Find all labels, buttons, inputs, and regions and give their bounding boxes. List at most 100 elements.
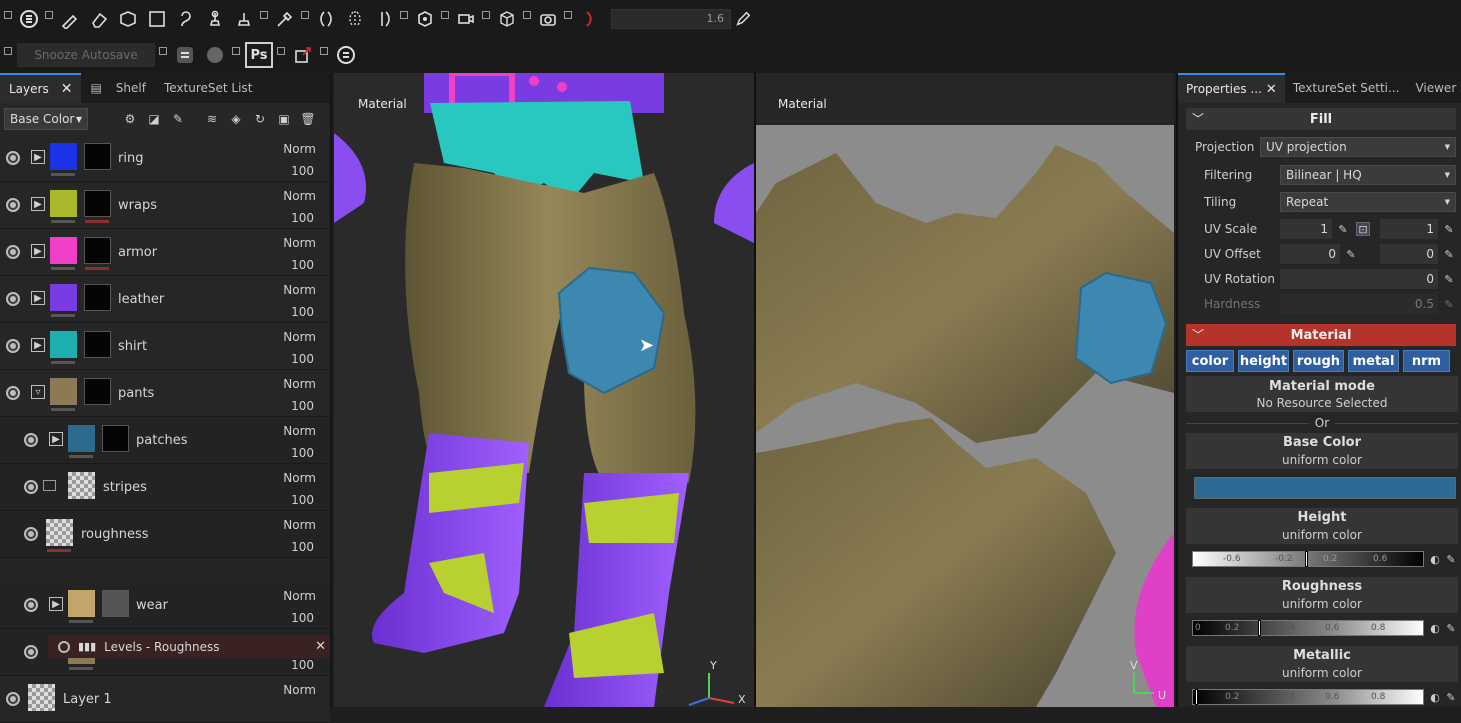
- layer-blend-mode[interactable]: Norm: [283, 142, 316, 156]
- invert-icon[interactable]: ◐: [1428, 552, 1442, 566]
- layer-mask-thumbnail[interactable]: [102, 590, 129, 617]
- tab-textureset-list[interactable]: TextureSet List: [155, 73, 261, 103]
- layer-blend-mode[interactable]: Norm: [283, 424, 316, 438]
- uv-rotation-field[interactable]: 0: [1280, 269, 1438, 289]
- eraser-icon[interactable]: [86, 6, 112, 32]
- invert-icon[interactable]: ◐: [1428, 621, 1442, 635]
- layer-row-stripes[interactable]: stripes Norm 100: [0, 464, 330, 511]
- edit-pencil-icon[interactable]: [734, 6, 752, 32]
- projection-select[interactable]: UV projection ▼: [1260, 137, 1456, 157]
- popout-icon[interactable]: [301, 10, 309, 19]
- popout-icon[interactable]: [232, 47, 240, 55]
- layer-mask-thumbnail[interactable]: [84, 284, 111, 311]
- channel-select[interactable]: Base Color ▼: [4, 108, 88, 130]
- smudge-icon[interactable]: [173, 6, 199, 32]
- cube-icon[interactable]: [494, 6, 520, 32]
- polygon-fill-icon[interactable]: [144, 6, 170, 32]
- layer-mask-thumbnail[interactable]: [102, 425, 129, 452]
- layer-blend-mode[interactable]: Norm: [283, 189, 316, 203]
- layer-opacity[interactable]: 100: [291, 446, 314, 460]
- chip-metal[interactable]: metal: [1348, 350, 1399, 372]
- popout-icon[interactable]: [441, 10, 449, 19]
- base-color-swatch[interactable]: [1194, 477, 1456, 499]
- visibility-eye-icon[interactable]: [24, 480, 38, 494]
- expand-arrow-icon[interactable]: ▶: [49, 597, 63, 611]
- edit-pencil-icon[interactable]: ✎: [1442, 247, 1456, 261]
- viewport-2d[interactable]: Material V U: [756, 73, 1174, 707]
- layer-row-patches[interactable]: ▶ patches Norm 100: [0, 417, 330, 464]
- layer-opacity[interactable]: 100: [291, 258, 314, 272]
- fill-section-header[interactable]: ﹀ Fill: [1186, 108, 1456, 130]
- roughness-handle[interactable]: [1258, 620, 1261, 636]
- visibility-eye-icon[interactable]: [58, 640, 70, 653]
- layer-opacity[interactable]: 100: [291, 540, 314, 554]
- symmetry-radial-icon[interactable]: [371, 6, 397, 32]
- popout-icon[interactable]: [277, 47, 285, 55]
- expand-arrow-icon[interactable]: ▶: [31, 338, 45, 352]
- popout-icon[interactable]: [45, 10, 53, 19]
- export-icon[interactable]: [290, 42, 316, 68]
- layer-opacity[interactable]: 100: [291, 658, 314, 672]
- layer-opacity[interactable]: 100: [291, 211, 314, 225]
- base-color-block[interactable]: Base Color uniform color: [1186, 433, 1458, 469]
- visibility-eye-icon[interactable]: [6, 151, 20, 165]
- roughness-block[interactable]: Roughness uniform color: [1186, 577, 1458, 613]
- paint-brush-icon[interactable]: [57, 6, 83, 32]
- visibility-eye-icon[interactable]: [24, 645, 38, 659]
- circle-icon[interactable]: [202, 42, 228, 68]
- folder-open-icon[interactable]: ▿: [31, 385, 45, 399]
- visibility-eye-icon[interactable]: [6, 292, 20, 306]
- layer-blend-mode[interactable]: Norm: [283, 683, 316, 697]
- layer-blend-mode[interactable]: Norm: [283, 330, 316, 344]
- projection-icon[interactable]: [115, 6, 141, 32]
- clear-mask-icon[interactable]: ✎: [168, 109, 188, 129]
- filtering-select[interactable]: Bilinear | HQ ▼: [1280, 165, 1456, 185]
- tab-shelf[interactable]: ▤ Shelf: [81, 73, 155, 103]
- clone-stamp-icon[interactable]: [202, 6, 228, 32]
- substance-s-icon[interactable]: [172, 42, 198, 68]
- popout-icon[interactable]: [4, 10, 12, 19]
- chip-nrm[interactable]: nrm: [1403, 350, 1450, 372]
- delete-icon[interactable]: 🗑: [298, 109, 318, 129]
- layer-mask-thumbnail[interactable]: [84, 237, 111, 264]
- layer-row-wear[interactable]: ▶ wear Norm 100: [0, 582, 330, 629]
- edit-pencil-icon[interactable]: ✎: [1444, 552, 1458, 566]
- layer-mask-thumbnail[interactable]: [84, 143, 111, 170]
- visibility-eye-icon[interactable]: [6, 339, 20, 353]
- roughness-gradient-slider[interactable]: 0 0.2 0.4 0.6 0.8: [1192, 620, 1424, 636]
- popout-icon[interactable]: [260, 10, 268, 19]
- symmetry-x-icon[interactable]: [342, 6, 368, 32]
- levels-effect-row[interactable]: ▮▮▮ Levels - Roughness ✕: [48, 635, 330, 658]
- expand-arrow-icon[interactable]: ▶: [31, 197, 45, 211]
- layer-row-leather[interactable]: ▶ leather Norm 100: [0, 276, 330, 323]
- add-fill-layer-icon[interactable]: ◈: [226, 109, 246, 129]
- painter-logo-icon[interactable]: [16, 6, 42, 32]
- material-section-header[interactable]: ﹀ Material: [1186, 324, 1456, 346]
- add-folder-icon[interactable]: ▣: [274, 109, 294, 129]
- visibility-eye-icon[interactable]: [24, 433, 38, 447]
- close-icon[interactable]: ✕: [61, 81, 73, 97]
- metallic-block[interactable]: Metallic uniform color: [1186, 646, 1458, 682]
- popout-icon[interactable]: [564, 10, 572, 19]
- color-picker-icon[interactable]: [272, 6, 298, 32]
- height-handle[interactable]: [1305, 551, 1308, 567]
- chip-rough[interactable]: rough: [1293, 350, 1344, 372]
- layer-row-wraps[interactable]: ▶ wraps Norm 100: [0, 182, 330, 229]
- expand-arrow-icon[interactable]: ▶: [49, 432, 63, 446]
- invert-icon[interactable]: ◐: [1428, 690, 1442, 704]
- popout-icon[interactable]: [482, 10, 490, 19]
- visibility-eye-icon[interactable]: [6, 386, 20, 400]
- popout-icon[interactable]: [4, 47, 12, 55]
- layer-blend-mode[interactable]: Norm: [283, 377, 316, 391]
- tiling-select[interactable]: Repeat ▼: [1280, 192, 1456, 212]
- visibility-eye-icon[interactable]: [6, 692, 20, 706]
- chip-color[interactable]: color: [1186, 350, 1234, 372]
- popout-icon[interactable]: [320, 47, 328, 55]
- brush-curve-icon[interactable]: [576, 6, 602, 32]
- photoshop-button[interactable]: Ps: [245, 42, 273, 68]
- layer-mask-thumbnail[interactable]: [84, 190, 111, 217]
- metallic-gradient-slider[interactable]: 0.2 0.4 0.6 0.8: [1192, 689, 1424, 705]
- visibility-eye-icon[interactable]: [6, 198, 20, 212]
- edit-pencil-icon[interactable]: ✎: [1442, 222, 1456, 236]
- material-mode-block[interactable]: Material mode No Resource Selected: [1186, 376, 1458, 412]
